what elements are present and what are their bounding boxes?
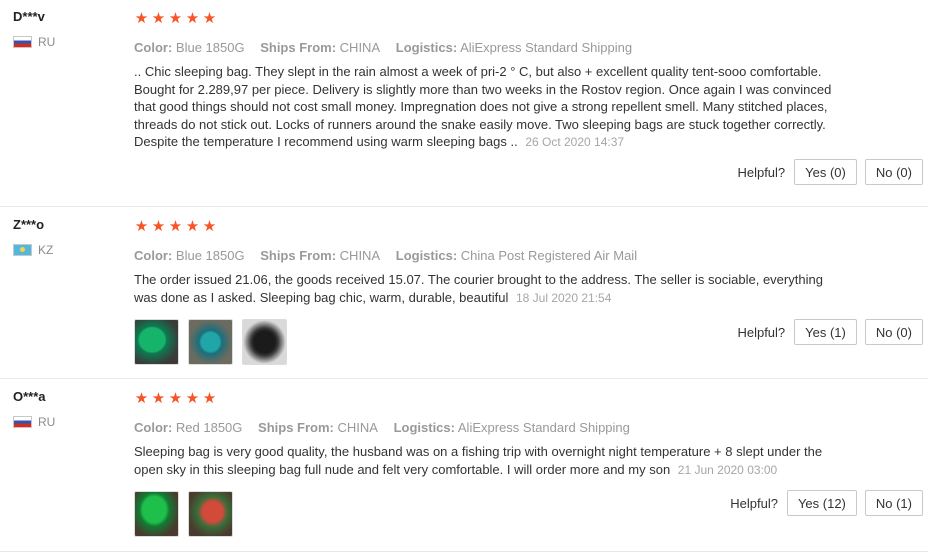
country-code: KZ [38, 243, 54, 257]
star-icon: ★ [202, 10, 217, 27]
review-photo-thumbnail[interactable] [188, 319, 233, 365]
star-icon: ★ [151, 218, 166, 235]
color-value: Blue 1850G [175, 248, 245, 263]
review-item: D***v RU ★ ★ ★ ★ ★ Color: Blue 1850G Ships F… [0, 0, 928, 207]
star-icon: ★ [168, 390, 183, 407]
review-text: Sleeping bag is very good quality, the h… [134, 443, 834, 479]
reviewer-country: KZ [13, 243, 53, 257]
kazakhstan-flag-icon [13, 244, 32, 256]
star-icon: ★ [185, 390, 200, 407]
helpful-yes-button[interactable]: Yes (1) [794, 319, 857, 345]
review-photo-thumbnail[interactable] [242, 319, 287, 365]
russia-flag-icon [13, 416, 32, 428]
ships-from-label: Ships From: [260, 248, 337, 263]
review-date: 21 Jun 2020 03:00 [677, 462, 778, 477]
star-icon: ★ [134, 390, 149, 407]
logistics-value: AliExpress Standard Shipping [460, 40, 633, 55]
ships-from-label: Ships From: [260, 40, 337, 55]
ships-from-value: CHINA [337, 420, 378, 435]
star-icon: ★ [134, 218, 149, 235]
review-item: Z***o KZ ★ ★ ★ ★ ★ Color: Blue 1850G Ships F… [0, 208, 928, 379]
color-label: Color: [134, 420, 173, 435]
star-icon: ★ [202, 218, 217, 235]
review-photo-thumbnail[interactable] [134, 319, 179, 365]
reviewer-country: RU [13, 415, 55, 429]
review-text: .. Chic sleeping bag. They slept in the … [134, 63, 834, 152]
logistics-value: AliExpress Standard Shipping [457, 420, 630, 435]
reviewer-name: O***a [13, 389, 46, 404]
helpful-vote: Helpful? Yes (12) No (1) [730, 490, 923, 516]
star-icon: ★ [151, 10, 166, 27]
review-content: The order issued 21.06, the goods receiv… [134, 272, 823, 305]
country-code: RU [38, 35, 56, 49]
star-rating: ★ ★ ★ ★ ★ [134, 9, 924, 28]
helpful-no-button[interactable]: No (0) [864, 319, 923, 345]
color-label: Color: [134, 40, 173, 55]
review-meta: Color: Blue 1850G Ships From: CHINA Logi… [134, 248, 924, 263]
star-rating: ★ ★ ★ ★ ★ [134, 389, 924, 408]
country-code: RU [38, 415, 56, 429]
star-icon: ★ [185, 10, 200, 27]
reviewer-name: D***v [13, 9, 45, 24]
helpful-yes-button[interactable]: Yes (12) [786, 490, 857, 516]
star-icon: ★ [134, 10, 149, 27]
review-photo-thumbnail[interactable] [134, 491, 179, 537]
review-item: O***a RU ★ ★ ★ ★ ★ Color: Red 1850G Ships Fr… [0, 380, 928, 552]
russia-flag-icon [13, 36, 32, 48]
helpful-vote: Helpful? Yes (0) No (0) [737, 159, 923, 185]
review-body: ★ ★ ★ ★ ★ Color: Blue 1850G Ships From: CHIN… [134, 9, 924, 152]
logistics-label: Logistics: [393, 420, 455, 435]
helpful-no-button[interactable]: No (1) [864, 490, 923, 516]
review-date: 18 Jul 2020 21:54 [515, 290, 612, 305]
review-meta: Color: Red 1850G Ships From: CHINA Logis… [134, 420, 924, 435]
review-meta: Color: Blue 1850G Ships From: CHINA Logi… [134, 40, 924, 55]
star-rating: ★ ★ ★ ★ ★ [134, 217, 924, 236]
ships-from-label: Ships From: [258, 420, 334, 435]
helpful-vote: Helpful? Yes (1) No (0) [737, 319, 923, 345]
logistics-label: Logistics: [395, 40, 458, 55]
reviewer-name: Z***o [13, 217, 45, 232]
star-icon: ★ [185, 218, 200, 235]
star-icon: ★ [168, 218, 183, 235]
logistics-value: China Post Registered Air Mail [460, 248, 638, 263]
review-photo-thumbnail[interactable] [188, 491, 233, 537]
review-date: 26 Oct 2020 14:37 [525, 135, 625, 149]
helpful-label: Helpful? [737, 164, 786, 180]
helpful-label: Helpful? [730, 495, 778, 511]
helpful-no-button[interactable]: No (0) [864, 159, 923, 185]
color-label: Color: [134, 248, 173, 263]
review-text: The order issued 21.06, the goods receiv… [134, 271, 834, 307]
star-icon: ★ [151, 390, 166, 407]
logistics-label: Logistics: [395, 248, 458, 263]
star-icon: ★ [202, 390, 217, 407]
reviewer-country: RU [13, 35, 55, 49]
star-icon: ★ [168, 10, 183, 27]
color-value: Blue 1850G [175, 40, 245, 55]
review-content: .. Chic sleeping bag. They slept in the … [134, 64, 832, 149]
ships-from-value: CHINA [339, 40, 381, 55]
helpful-label: Helpful? [737, 324, 786, 340]
color-value: Red 1850G [175, 420, 243, 435]
ships-from-value: CHINA [339, 248, 381, 263]
helpful-yes-button[interactable]: Yes (0) [794, 159, 857, 185]
